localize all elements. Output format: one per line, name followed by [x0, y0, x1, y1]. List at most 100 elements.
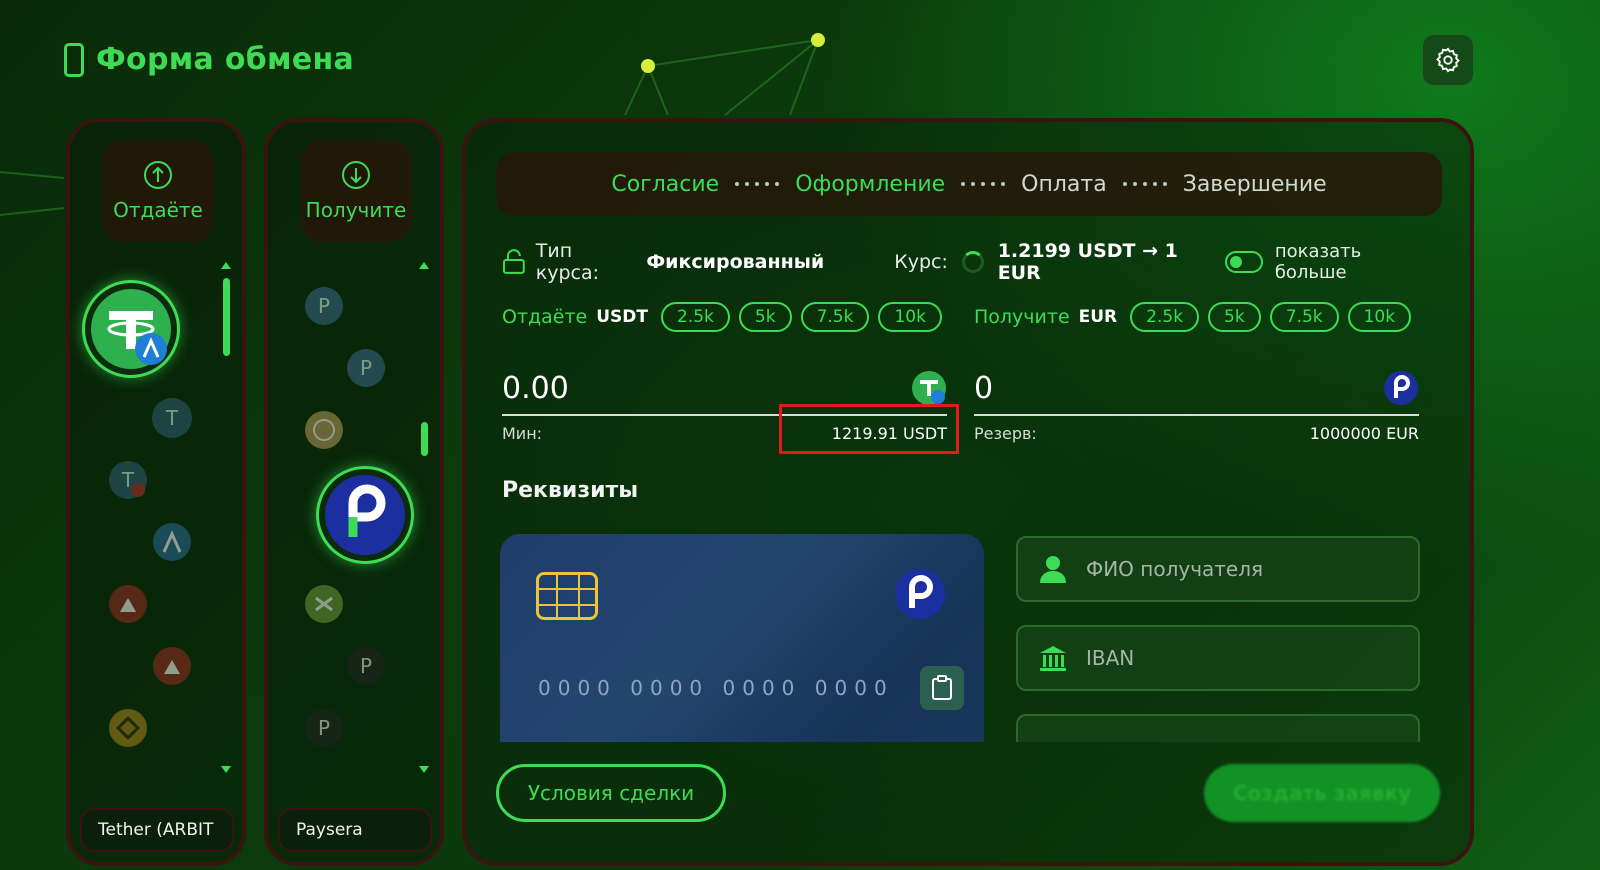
binance-icon [109, 709, 147, 747]
coin-option[interactable] [304, 410, 344, 450]
tether-arbitrum-icon [912, 371, 946, 405]
quick-amount-chip[interactable]: 7.5k [800, 302, 870, 332]
reserve-value: 1000000 EUR [1309, 424, 1419, 443]
clipboard-icon [932, 675, 952, 700]
quick-amount-chip[interactable]: 10k [1347, 302, 1412, 332]
tether-tron-icon: T [109, 461, 147, 499]
step-separator [961, 182, 1006, 186]
quick-amount-chip[interactable]: 10k [878, 302, 942, 332]
coin-option[interactable] [152, 522, 192, 562]
get-selected-currency[interactable]: Paysera [278, 808, 432, 852]
get-quick-amounts: Получите EUR 2.5k 5k 7.5k 10k [974, 300, 1419, 334]
svg-text:P: P [360, 356, 372, 380]
arbitrum-icon [153, 523, 191, 561]
scroll-down-arrow[interactable] [419, 766, 429, 773]
scroll-up-arrow[interactable] [221, 262, 231, 269]
lock-icon [502, 249, 525, 274]
give-amount-value: 0.00 [502, 370, 569, 406]
coin-option[interactable] [152, 646, 192, 686]
step-agreement: Согласие [611, 171, 720, 197]
show-more-toggle[interactable] [1225, 251, 1263, 273]
rate-row: Тип курса: Фиксированный Курс: 1.2199 US… [502, 240, 1437, 284]
quick-amount-chip[interactable]: 5k [738, 302, 792, 332]
get-currency-column: Получите P P P P Paysera [264, 118, 444, 866]
give-selected-currency[interactable]: Tether (ARBIT [80, 808, 234, 852]
arrow-down-circle-icon [342, 161, 370, 189]
give-amount-label: Отдаёте [502, 306, 588, 328]
coin-option[interactable] [304, 584, 344, 624]
get-amount-currency: EUR [1078, 307, 1118, 327]
recipient-name-field[interactable]: ФИО получателя [1016, 536, 1420, 602]
scroll-down-arrow[interactable] [221, 766, 231, 773]
progress-steps: Согласие Оформление Оплата Завершение [496, 152, 1442, 216]
svg-text:P: P [318, 716, 330, 740]
bank-card-viewport: 0000 0000 0000 0000 [500, 534, 984, 742]
paysera-icon [1384, 371, 1418, 405]
card-number-input[interactable]: 0000 0000 0000 0000 [538, 676, 894, 700]
coin-option[interactable]: T [108, 460, 148, 500]
coin-option[interactable] [108, 708, 148, 748]
scrollbar-thumb[interactable] [223, 278, 230, 356]
coin-option[interactable]: P [346, 646, 386, 686]
give-amount-meta: Мин: 1219.91 USDT [502, 404, 959, 454]
get-label: Получите [305, 198, 407, 222]
selected-give-coin[interactable] [82, 280, 180, 378]
iban-placeholder: IBAN [1086, 646, 1135, 670]
step-registration: Оформление [795, 171, 946, 197]
card-chip-icon [536, 572, 598, 620]
step-separator [735, 182, 780, 186]
svg-text:T: T [165, 406, 179, 430]
scroll-up-arrow[interactable] [419, 262, 429, 269]
get-amount-input[interactable]: 0 [974, 362, 1419, 416]
bank-card: 0000 0000 0000 0000 [500, 534, 984, 742]
settings-button[interactable] [1422, 34, 1474, 86]
step-payment: Оплата [1021, 171, 1107, 197]
paste-button[interactable] [920, 666, 964, 710]
iban-field[interactable]: IBAN [1016, 625, 1420, 691]
payeer-gbp-icon: P [347, 349, 385, 387]
user-icon [1040, 556, 1066, 583]
rate-label: Курс: [894, 251, 948, 273]
get-amount-meta: Резерв: 1000000 EUR [974, 424, 1419, 443]
get-amount-value: 0 [974, 370, 994, 406]
payoneer-icon [305, 411, 343, 449]
gear-icon [1436, 47, 1460, 73]
coin-option[interactable]: T [152, 398, 192, 438]
quick-amount-chip[interactable]: 7.5k [1269, 302, 1339, 332]
give-amount-currency: USDT [596, 307, 649, 327]
exchange-form-panel: Согласие Оформление Оплата Завершение Ти… [462, 118, 1474, 866]
header: Форма обмена [64, 42, 354, 77]
svg-text:P: P [360, 654, 372, 678]
coin-option[interactable]: P [346, 348, 386, 388]
svg-text:P: P [318, 294, 330, 318]
recipient-name-placeholder: ФИО получателя [1086, 557, 1264, 581]
get-header: Получите [300, 140, 412, 242]
scrollbar-thumb[interactable] [421, 422, 428, 456]
give-quick-amounts: Отдаёте USDT 2.5k 5k 7.5k 10k [502, 300, 947, 334]
quick-amount-chip[interactable]: 5k [1208, 302, 1261, 332]
rate-type-value: Фиксированный [646, 251, 825, 273]
show-more-label: показать больше [1274, 241, 1362, 283]
perfect-money-usd-icon: P [347, 647, 385, 685]
next-field-viewport [1016, 714, 1420, 742]
rate-value: 1.2199 USDT → 1 EUR [997, 240, 1178, 284]
quick-amount-chip[interactable]: 2.5k [1130, 302, 1200, 332]
logo-icon [64, 42, 84, 77]
rate-type-label: Тип курса: [535, 240, 600, 284]
page-title: Форма обмена [96, 42, 355, 77]
coin-option[interactable]: P [304, 286, 344, 326]
additional-field[interactable] [1016, 714, 1420, 742]
perfect-money-eur-icon: P [305, 709, 343, 747]
reserve-label: Резерв: [974, 424, 1037, 443]
coin-option[interactable]: P [304, 708, 344, 748]
selected-get-coin[interactable] [316, 466, 414, 564]
coin-option[interactable] [108, 584, 148, 624]
payeer-eur-icon: P [305, 287, 343, 325]
avalanche-icon [153, 647, 191, 685]
give-currency-column: Отдаёте T T Tether (ARBIT [66, 118, 246, 866]
highlight-box [779, 404, 959, 454]
quick-amount-chip[interactable]: 2.5k [661, 302, 730, 332]
neteller-icon [305, 585, 343, 623]
deal-terms-button[interactable]: Условия сделки [496, 764, 726, 822]
create-request-button[interactable]: Создать заявку [1204, 764, 1440, 822]
